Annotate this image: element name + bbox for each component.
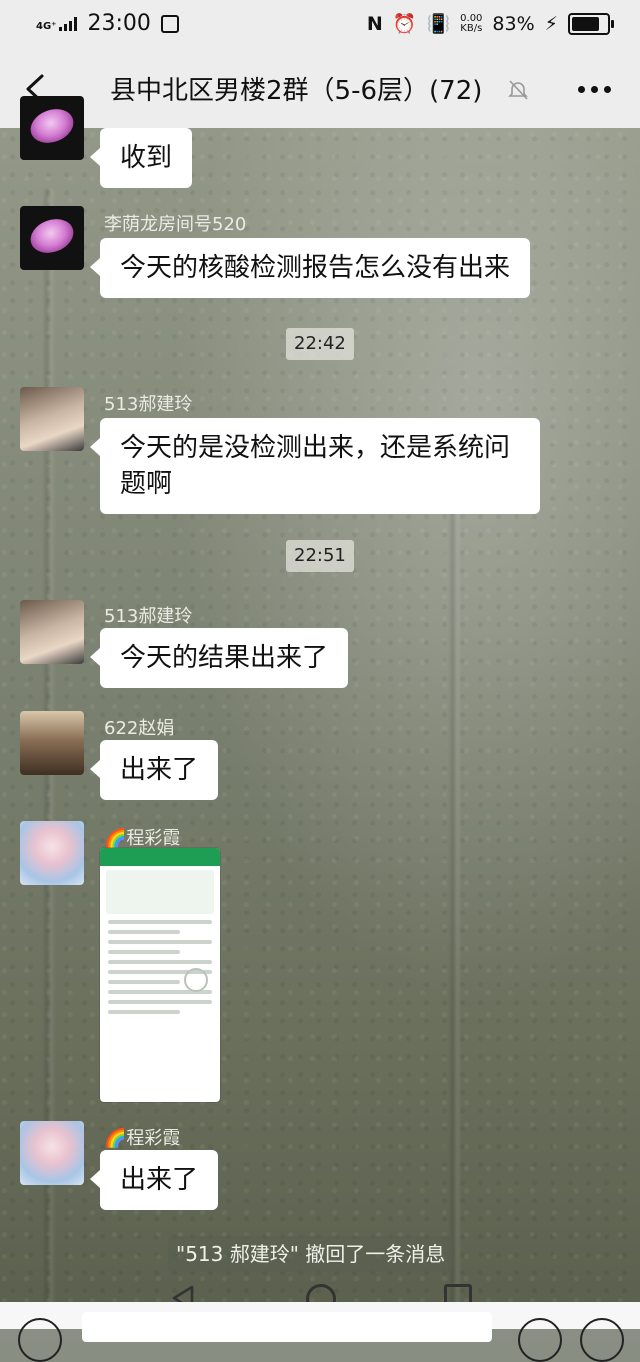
message-bubble[interactable]: 今天的结果出来了 — [89, 628, 349, 688]
nfc-icon: N — [366, 12, 383, 35]
avatar[interactable] — [20, 711, 84, 775]
recall-notice: "513 郝建玲" 撤回了一条消息 — [168, 1236, 454, 1272]
avatar[interactable] — [20, 1121, 84, 1185]
avatar[interactable] — [20, 821, 84, 885]
plus-icon[interactable] — [580, 1318, 624, 1362]
chat-header: 县中北区男楼2群（5-6层）(72) — [0, 50, 640, 128]
alarm-icon: ⏰ — [392, 13, 417, 35]
avatar[interactable] — [20, 600, 84, 664]
avatar[interactable] — [20, 96, 84, 160]
message-bubble[interactable]: 收到 — [89, 128, 193, 188]
image-message[interactable] — [100, 848, 220, 1102]
emoji-icon[interactable] — [518, 1318, 562, 1362]
message-bubble[interactable]: 出来了 — [89, 1150, 219, 1210]
message-bubble[interactable]: 出来了 — [89, 740, 219, 800]
charging-icon: ⚡ — [544, 12, 558, 35]
group-title[interactable]: 县中北区男楼2群（5-6层）(72) — [110, 70, 482, 107]
signal-icon: 4G⁺ — [36, 16, 78, 32]
battery-percent: 83% — [492, 12, 535, 35]
sender-name: 513郝建玲 — [104, 394, 193, 415]
voice-icon[interactable] — [18, 1318, 62, 1362]
avatar[interactable] — [20, 206, 84, 270]
sender-name: 🌈程彩霞 — [104, 1128, 181, 1149]
timestamp: 22:51 — [286, 540, 354, 572]
more-icon[interactable] — [578, 86, 612, 94]
message-bubble[interactable]: 今天的是没检测出来，还是系统问题啊 — [90, 418, 540, 514]
battery-icon — [568, 12, 614, 35]
network-type: 4G⁺ — [36, 20, 57, 32]
message-bubble[interactable]: 今天的核酸检测报告怎么没有出来 — [89, 238, 531, 298]
message-input[interactable] — [82, 1312, 492, 1342]
message-icon — [160, 14, 179, 33]
avatar[interactable] — [20, 387, 84, 451]
wallpaper-streak — [448, 508, 462, 1308]
clock: 23:00 — [87, 11, 151, 36]
vibrate-icon: 📳 — [426, 13, 451, 35]
chat-wallpaper — [0, 128, 640, 1329]
input-bar — [0, 1302, 640, 1362]
sender-name: 🌈程彩霞 — [104, 828, 181, 849]
network-speed: 0.00 KB/s — [460, 12, 483, 34]
timestamp: 22:42 — [286, 328, 354, 360]
sender-name: 513郝建玲 — [104, 606, 193, 627]
status-bar: 4G⁺ 23:00 N ⏰ 📳 0.00 KB/s 83% ⚡ — [0, 0, 640, 50]
sender-name: 李荫龙房间号520 — [104, 214, 247, 235]
sender-name: 622赵娟 — [104, 718, 175, 739]
mute-icon — [508, 80, 528, 100]
